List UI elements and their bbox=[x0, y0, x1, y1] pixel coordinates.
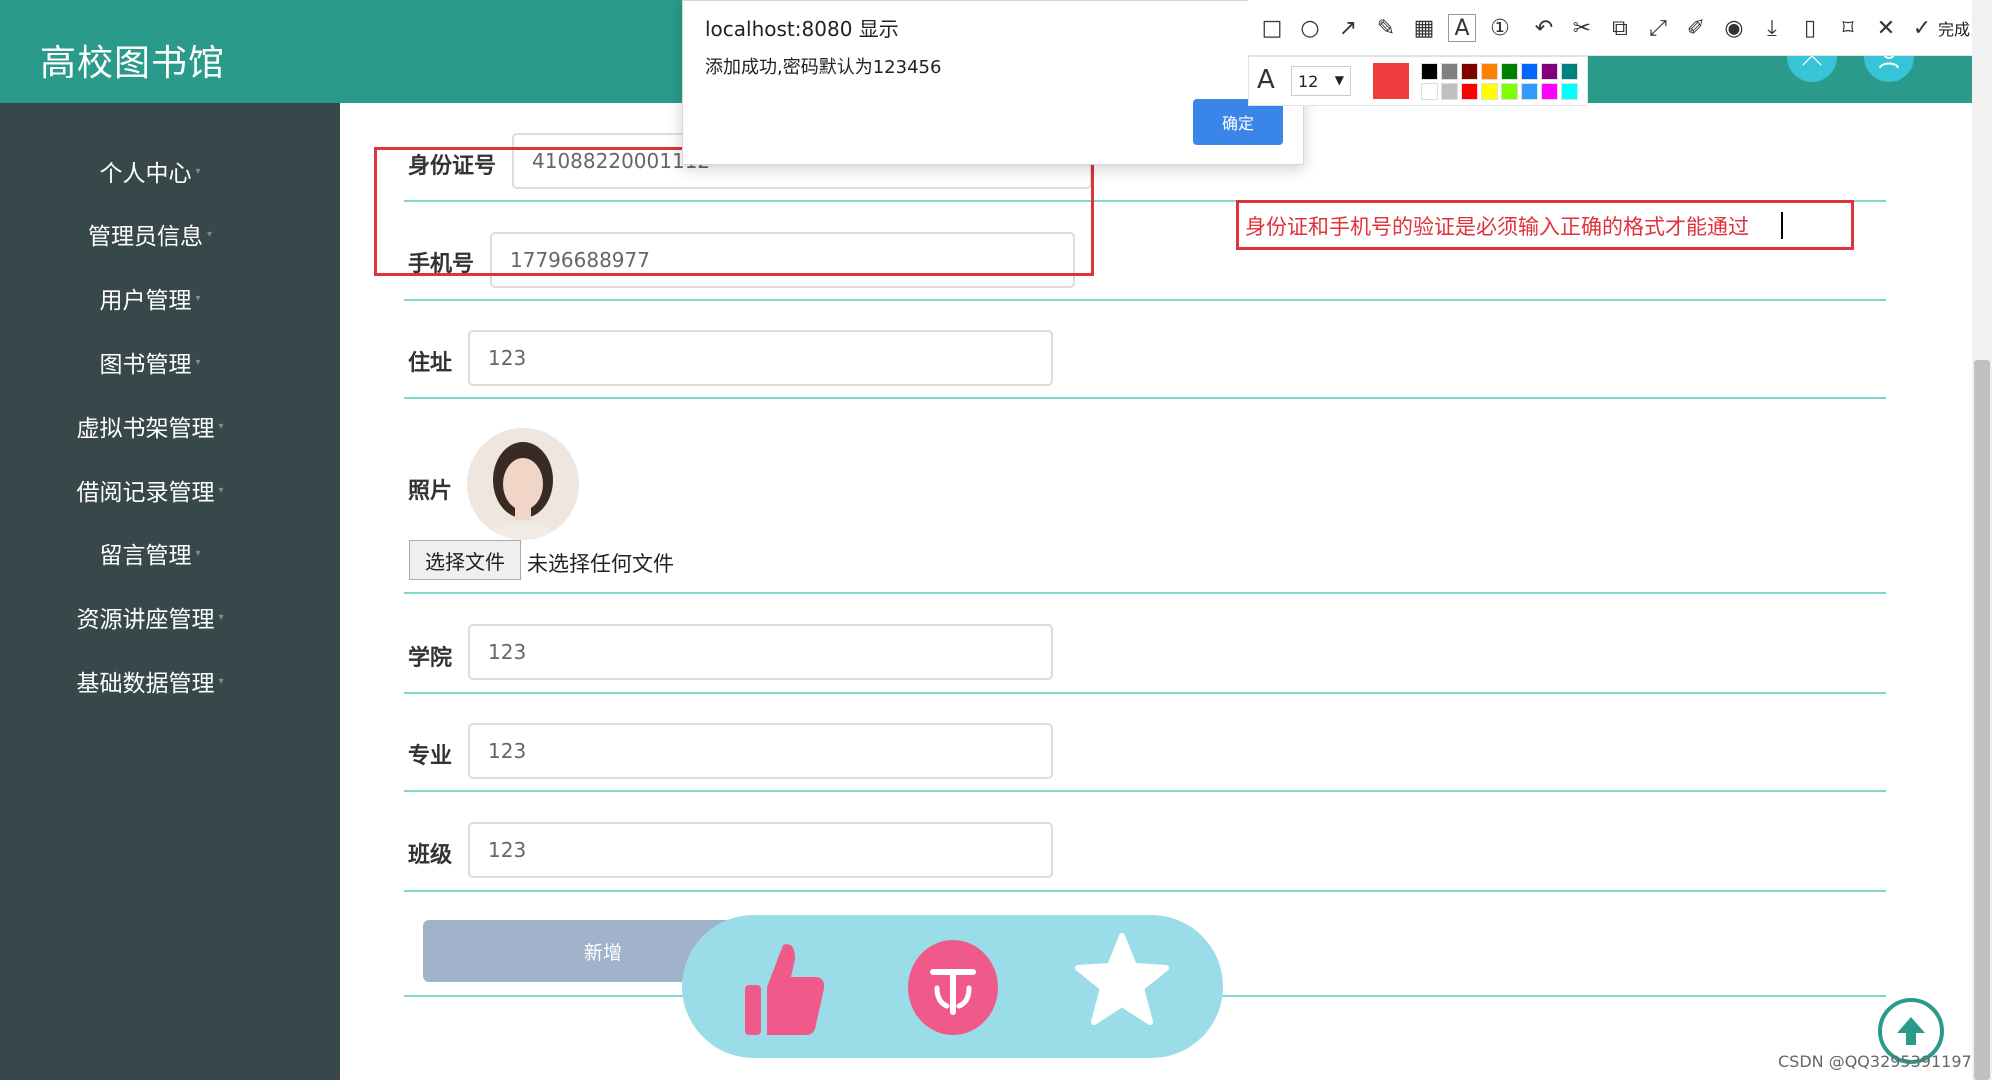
file-status: 未选择任何文件 bbox=[527, 552, 674, 576]
sidebar-item-admin-info[interactable]: 管理员信息 ▾ bbox=[0, 209, 300, 259]
color-swatch[interactable] bbox=[1541, 63, 1558, 80]
alert-dialog: localhost:8080 显示 添加成功,密码默认为123456 确定 bbox=[682, 0, 1304, 165]
sidebar-item-base-data[interactable]: 基础数据管理 ▾ bbox=[0, 656, 300, 706]
major-input[interactable]: 123 bbox=[468, 723, 1053, 779]
sidebar-item-personal-center[interactable]: 个人中心 ▾ bbox=[0, 146, 300, 196]
record-icon[interactable]: ◉ bbox=[1720, 14, 1748, 42]
sidebar-item-virtual-shelf[interactable]: 虚拟书架管理 ▾ bbox=[0, 401, 300, 451]
current-color-swatch[interactable] bbox=[1373, 63, 1409, 99]
font-size-select[interactable]: 12 ▼ bbox=[1291, 66, 1351, 96]
annotation-highlight-box bbox=[374, 147, 1094, 276]
address-label: 住址 bbox=[408, 351, 453, 376]
chevron-down-icon: ▾ bbox=[218, 484, 224, 496]
address-input[interactable]: 123 bbox=[468, 330, 1053, 386]
color-swatch[interactable] bbox=[1501, 63, 1518, 80]
chevron-down-icon: ▾ bbox=[195, 165, 201, 177]
text-tool-icon[interactable]: A bbox=[1448, 14, 1476, 42]
color-swatch[interactable] bbox=[1421, 63, 1438, 80]
chevron-down-icon: ▼ bbox=[1334, 73, 1344, 87]
device-icon[interactable]: ▯ bbox=[1796, 14, 1824, 42]
color-swatch[interactable] bbox=[1461, 83, 1478, 100]
undo-icon[interactable]: ↶ bbox=[1530, 14, 1558, 42]
pin-icon[interactable]: ✐ bbox=[1682, 14, 1710, 42]
color-swatch[interactable] bbox=[1441, 83, 1458, 100]
avatar bbox=[467, 428, 579, 540]
sidebar-item-borrow-records[interactable]: 借阅记录管理 ▾ bbox=[0, 465, 300, 515]
annotation-text: 身份证和手机号的验证是必须输入正确的格式才能通过 bbox=[1245, 215, 1749, 239]
chevron-down-icon: ▾ bbox=[218, 611, 224, 623]
sidebar-item-user-management[interactable]: 用户管理 ▾ bbox=[0, 273, 300, 323]
color-swatch[interactable] bbox=[1561, 63, 1578, 80]
text-cursor bbox=[1781, 212, 1783, 239]
color-swatch[interactable] bbox=[1421, 83, 1438, 100]
dialog-title: localhost:8080 显示 bbox=[705, 17, 899, 41]
scissors-icon[interactable]: ✂ bbox=[1568, 14, 1596, 42]
sidebar-item-book-management[interactable]: 图书管理 ▾ bbox=[0, 337, 300, 387]
divider bbox=[404, 890, 1886, 892]
check-icon[interactable]: ✓ bbox=[1908, 14, 1936, 42]
class-input[interactable]: 123 bbox=[468, 822, 1053, 878]
app-title: 高校图书馆 bbox=[40, 43, 226, 84]
coin-icon[interactable] bbox=[908, 940, 998, 1035]
bookmark-icon[interactable]: ⌑ bbox=[1834, 14, 1862, 42]
text-style-bar: A 12 ▼ bbox=[1248, 56, 1588, 106]
college-input[interactable]: 123 bbox=[468, 624, 1053, 680]
divider bbox=[404, 397, 1886, 399]
screenshot-toolbar: □ ○ ↗ ✎ ▦ A ① ↶ ✂ ⧉ ⤢ ✐ ◉ ⤓ ▯ ⌑ ✕ ✓ 完成 bbox=[1248, 0, 1992, 56]
choose-file-button[interactable]: 选择文件 bbox=[409, 540, 521, 580]
chevron-down-icon: ▾ bbox=[218, 675, 224, 687]
divider bbox=[404, 299, 1886, 301]
college-label: 学院 bbox=[408, 646, 453, 671]
translate-icon[interactable]: ⧉ bbox=[1606, 14, 1634, 42]
mosaic-tool-icon[interactable]: ▦ bbox=[1410, 14, 1438, 42]
photo-label: 照片 bbox=[408, 479, 453, 504]
done-button[interactable]: 完成 bbox=[1938, 16, 1970, 40]
chevron-down-icon: ▾ bbox=[195, 356, 201, 368]
color-swatch[interactable] bbox=[1561, 83, 1578, 100]
watermark: CSDN @QQ3295391197 bbox=[1778, 1052, 1972, 1071]
major-label: 专业 bbox=[408, 744, 453, 769]
color-swatch[interactable] bbox=[1501, 83, 1518, 100]
floating-action-bar bbox=[682, 915, 1223, 1058]
scrollbar-thumb[interactable] bbox=[1974, 360, 1990, 1080]
close-icon[interactable]: ✕ bbox=[1872, 14, 1900, 42]
color-swatch[interactable] bbox=[1481, 63, 1498, 80]
sidebar-item-messages[interactable]: 留言管理 ▾ bbox=[0, 528, 300, 578]
sidebar: 个人中心 ▾ 管理员信息 ▾ 用户管理 ▾ 图书管理 ▾ 虚拟书架管理 ▾ 借阅记录管理 ▾… bbox=[0, 103, 340, 1080]
divider bbox=[404, 692, 1886, 694]
rectangle-tool-icon[interactable]: □ bbox=[1258, 14, 1286, 42]
chevron-down-icon: ▾ bbox=[218, 420, 224, 432]
number-tool-icon[interactable]: ① bbox=[1486, 14, 1514, 42]
star-icon[interactable] bbox=[1072, 925, 1172, 1035]
sidebar-item-lectures[interactable]: 资源讲座管理 ▾ bbox=[0, 592, 300, 642]
divider bbox=[404, 790, 1886, 792]
ellipse-tool-icon[interactable]: ○ bbox=[1296, 14, 1324, 42]
color-swatch[interactable] bbox=[1461, 63, 1478, 80]
pen-tool-icon[interactable]: ✎ bbox=[1372, 14, 1400, 42]
class-label: 班级 bbox=[408, 843, 453, 868]
color-swatch[interactable] bbox=[1521, 63, 1538, 80]
chevron-down-icon: ▾ bbox=[195, 547, 201, 559]
divider bbox=[404, 592, 1886, 594]
font-icon: A bbox=[1257, 65, 1275, 95]
expand-icon[interactable]: ⤢ bbox=[1644, 14, 1672, 42]
arrow-tool-icon[interactable]: ↗ bbox=[1334, 14, 1362, 42]
chevron-down-icon: ▾ bbox=[195, 292, 201, 304]
chevron-down-icon: ▾ bbox=[206, 228, 213, 240]
thumbs-up-icon[interactable] bbox=[740, 937, 830, 1037]
color-swatch[interactable] bbox=[1441, 63, 1458, 80]
dialog-message: 添加成功,密码默认为123456 bbox=[705, 57, 942, 78]
color-swatch[interactable] bbox=[1481, 83, 1498, 100]
download-icon[interactable]: ⤓ bbox=[1758, 14, 1786, 42]
color-swatch[interactable] bbox=[1521, 83, 1538, 100]
color-swatch[interactable] bbox=[1541, 83, 1558, 100]
